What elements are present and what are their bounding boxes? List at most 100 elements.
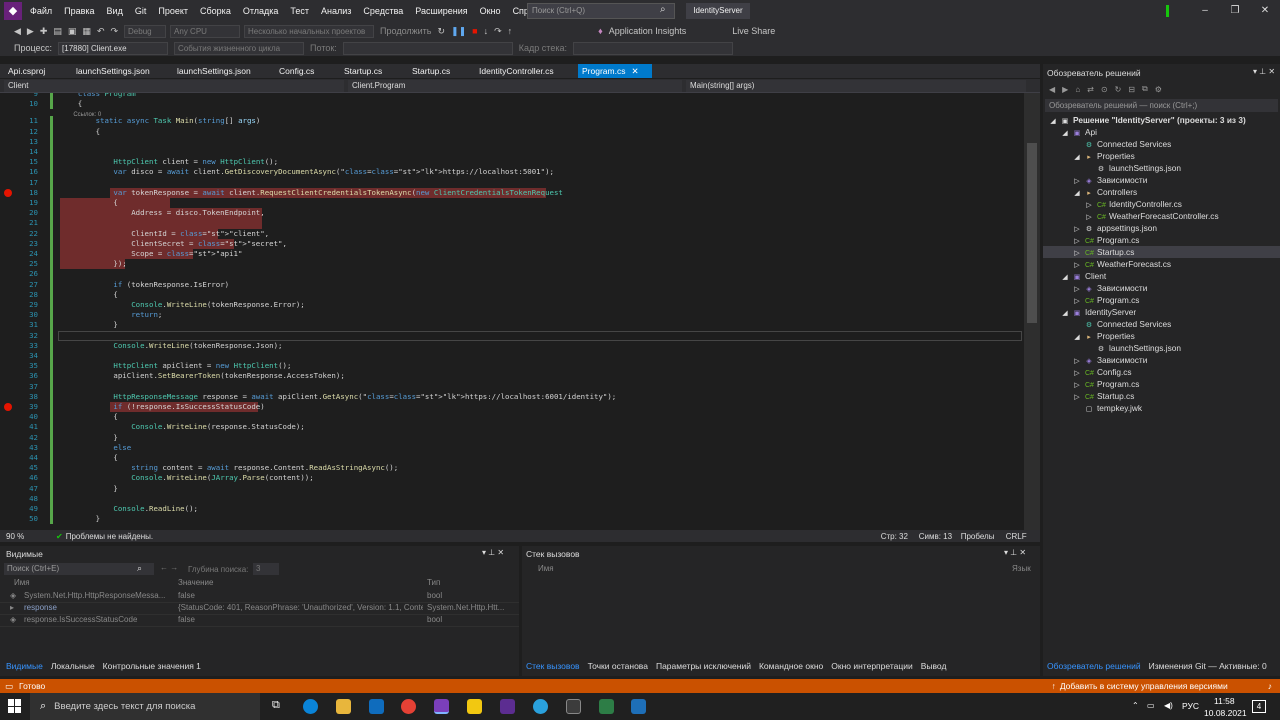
home-icon[interactable]: ⌂ — [1075, 85, 1080, 94]
line-ending[interactable]: CRLF — [1006, 532, 1027, 541]
back-icon[interactable]: ◀ — [14, 26, 21, 37]
solution-tree-item[interactable]: ▷ C# IdentityController.cs — [1043, 198, 1280, 210]
tab-autos[interactable]: Видимые — [6, 661, 43, 671]
solution-tree-item[interactable]: ▷ C# Program.cs — [1043, 378, 1280, 390]
task-view-icon[interactable]: ⧉ — [272, 699, 280, 712]
solution-tree-item[interactable]: ▷ ◈ Зависимости — [1043, 174, 1280, 186]
tab-watch-1[interactable]: Контрольные значения 1 — [103, 661, 201, 671]
solution-tree-item[interactable]: ⚙ launchSettings.json — [1043, 342, 1280, 354]
tab-exception-settings[interactable]: Параметры исключений — [656, 661, 751, 671]
code-line[interactable]: Console.WriteLine(response.StatusCode); — [60, 422, 305, 431]
code-line[interactable]: Scope = class="st">"api1" — [60, 249, 242, 258]
tab-breakpoints[interactable]: Точки останова — [588, 661, 648, 671]
code-line[interactable]: if (!response.IsSuccessStatusCode) — [60, 402, 264, 411]
solution-tree-item[interactable]: ▷ C# Program.cs — [1043, 294, 1280, 306]
editor-scrollbar[interactable] — [1024, 93, 1040, 530]
process-dropdown[interactable]: [17880] Client.exe — [58, 41, 169, 55]
code-line[interactable]: HttpClient client = new HttpClient(); — [60, 157, 278, 166]
solution-search-input[interactable]: Обозреватель решений — поиск (Ctrl+;) — [1045, 99, 1278, 112]
tab-config[interactable]: Config.cs — [279, 64, 314, 78]
pause-icon[interactable]: ❚❚ — [451, 26, 466, 37]
refresh-icon[interactable]: ↻ — [1115, 85, 1122, 94]
menu-extensions[interactable]: Расширения — [409, 6, 473, 16]
tab-launchsettings-1[interactable]: launchSettings.json — [76, 64, 150, 78]
code-line[interactable]: ClientId = class="st">"client", — [60, 229, 269, 238]
settings-icon[interactable]: ⚙ — [1155, 85, 1162, 94]
solution-tree-item[interactable]: ▷ C# WeatherForecast.cs — [1043, 258, 1280, 270]
watch-row[interactable]: ◈ response.IsSuccessStatusCode false bool — [0, 615, 519, 627]
chrome-icon[interactable] — [401, 699, 416, 714]
solution-tree-item[interactable]: ◢ ▣ Решение "IdentityServer" (проекты: 3 и… — [1043, 114, 1280, 126]
step-over-icon[interactable]: ↷ — [494, 26, 502, 37]
code-line[interactable]: Console.ReadLine(); — [60, 504, 198, 513]
watch-search-input[interactable]: Поиск (Ctrl+E) — [4, 563, 154, 575]
code-line[interactable]: { — [60, 290, 117, 299]
add-to-source-control[interactable]: Добавить в систему управления версиями — [1060, 681, 1228, 691]
menu-test[interactable]: Тест — [284, 6, 315, 16]
menu-edit[interactable]: Правка — [58, 6, 100, 16]
code-line[interactable]: var disco = await client.GetDiscoveryDoc… — [60, 167, 554, 176]
forward-icon[interactable]: ▶ — [27, 26, 34, 37]
watch-row[interactable]: ◈ System.Net.Http.HttpResponseMessa... fal… — [0, 591, 519, 603]
code-line[interactable]: Console.WriteLine(JArray.Parse(content))… — [60, 473, 313, 482]
code-line[interactable]: var tokenResponse = await client.Request… — [60, 188, 562, 197]
app-icon-purple[interactable] — [500, 699, 515, 714]
code-line[interactable]: } — [60, 484, 117, 493]
solution-tree-item[interactable]: ◢ ▣ Client — [1043, 270, 1280, 282]
nav-arrows-icon[interactable]: ← → — [160, 563, 178, 572]
tab-program-active[interactable]: Program.cs ✕ — [578, 64, 652, 78]
watch-row[interactable]: ▸ response {StatusCode: 401, ReasonPhrase:… — [0, 603, 519, 615]
solution-tree-item[interactable]: ◢ ▸ Properties — [1043, 330, 1280, 342]
code-line[interactable]: Console.WriteLine(tokenResponse.Json); — [60, 341, 282, 350]
search-input[interactable]: Поиск (Ctrl+Q) — [527, 3, 675, 19]
file-explorer-icon[interactable] — [336, 699, 351, 714]
back-icon[interactable]: ◀ — [1049, 85, 1055, 94]
code-line[interactable]: { — [60, 99, 82, 108]
menu-debug[interactable]: Отладка — [237, 6, 285, 16]
terminal-icon[interactable] — [566, 699, 581, 714]
breakpoint-icon[interactable] — [4, 403, 12, 411]
clock-date[interactable]: 10.08.2021 — [1204, 708, 1247, 718]
solution-tree-item[interactable]: ▷ C# Startup.cs — [1043, 390, 1280, 402]
code-line[interactable]: }); — [60, 259, 126, 268]
tab-output[interactable]: Вывод — [921, 661, 947, 671]
menu-tools[interactable]: Средства — [357, 6, 409, 16]
solution-tree-item[interactable]: ◢ ▸ Properties — [1043, 150, 1280, 162]
config-dropdown[interactable]: Debug — [124, 24, 167, 38]
tab-startup-1[interactable]: Startup.cs — [344, 64, 382, 78]
code-line[interactable]: HttpResponseMessage response = await api… — [60, 392, 616, 401]
tab-git-changes[interactable]: Изменения Git — Активные: 0 — [1149, 661, 1267, 671]
solution-tree-item[interactable]: ▷ C# Config.cs — [1043, 366, 1280, 378]
code-line[interactable]: { — [60, 198, 117, 207]
undo-icon[interactable]: ↶ — [97, 26, 105, 37]
solution-tree-item[interactable]: ▷ C# WeatherForecastController.cs — [1043, 210, 1280, 222]
solution-tree-item[interactable]: ▷ ◈ Зависимости — [1043, 354, 1280, 366]
live-share-button[interactable]: Live Share — [732, 26, 775, 36]
code-line[interactable]: string content = await response.Content.… — [60, 463, 398, 472]
maximize-button[interactable]: ❐ — [1220, 0, 1250, 22]
volume-icon[interactable]: ◀) — [1164, 701, 1173, 710]
tab-startup-2[interactable]: Startup.cs — [412, 64, 450, 78]
code-line[interactable]: Address = disco.TokenEndpoint, — [60, 208, 265, 217]
visual-studio-icon[interactable] — [434, 699, 449, 714]
taskbar-search[interactable]: ⌕ Введите здесь текст для поиска — [30, 693, 260, 720]
depth-input[interactable]: 3 — [253, 563, 279, 575]
zoom-level[interactable]: 90 % — [6, 532, 56, 541]
open-icon[interactable]: ▤ — [53, 26, 62, 37]
scrollbar-thumb[interactable] — [1027, 143, 1037, 323]
expand-arrow-icon[interactable]: ▸ — [10, 603, 14, 612]
lifecycle-dropdown[interactable]: События жизненного цикла — [174, 41, 305, 55]
edge-icon[interactable] — [303, 699, 318, 714]
solution-tree-item[interactable]: ◢ ▣ IdentityServer — [1043, 306, 1280, 318]
code-line[interactable]: class Program — [60, 93, 136, 98]
new-item-icon[interactable]: ✚ — [40, 26, 48, 37]
mail-icon[interactable] — [369, 699, 384, 714]
save-icon[interactable]: ▣ — [68, 26, 77, 37]
network-icon[interactable]: ▭ — [1147, 701, 1155, 710]
code-line[interactable]: } — [60, 320, 117, 329]
step-out-icon[interactable]: ↑ — [508, 26, 513, 36]
sync-icon[interactable]: ⇄ — [1087, 85, 1094, 94]
class-dropdown[interactable]: Client.Program — [348, 80, 682, 92]
solution-tree-item[interactable]: ◢ ▸ Controllers — [1043, 186, 1280, 198]
show-all-files-icon[interactable]: ⧉ — [1142, 84, 1148, 94]
